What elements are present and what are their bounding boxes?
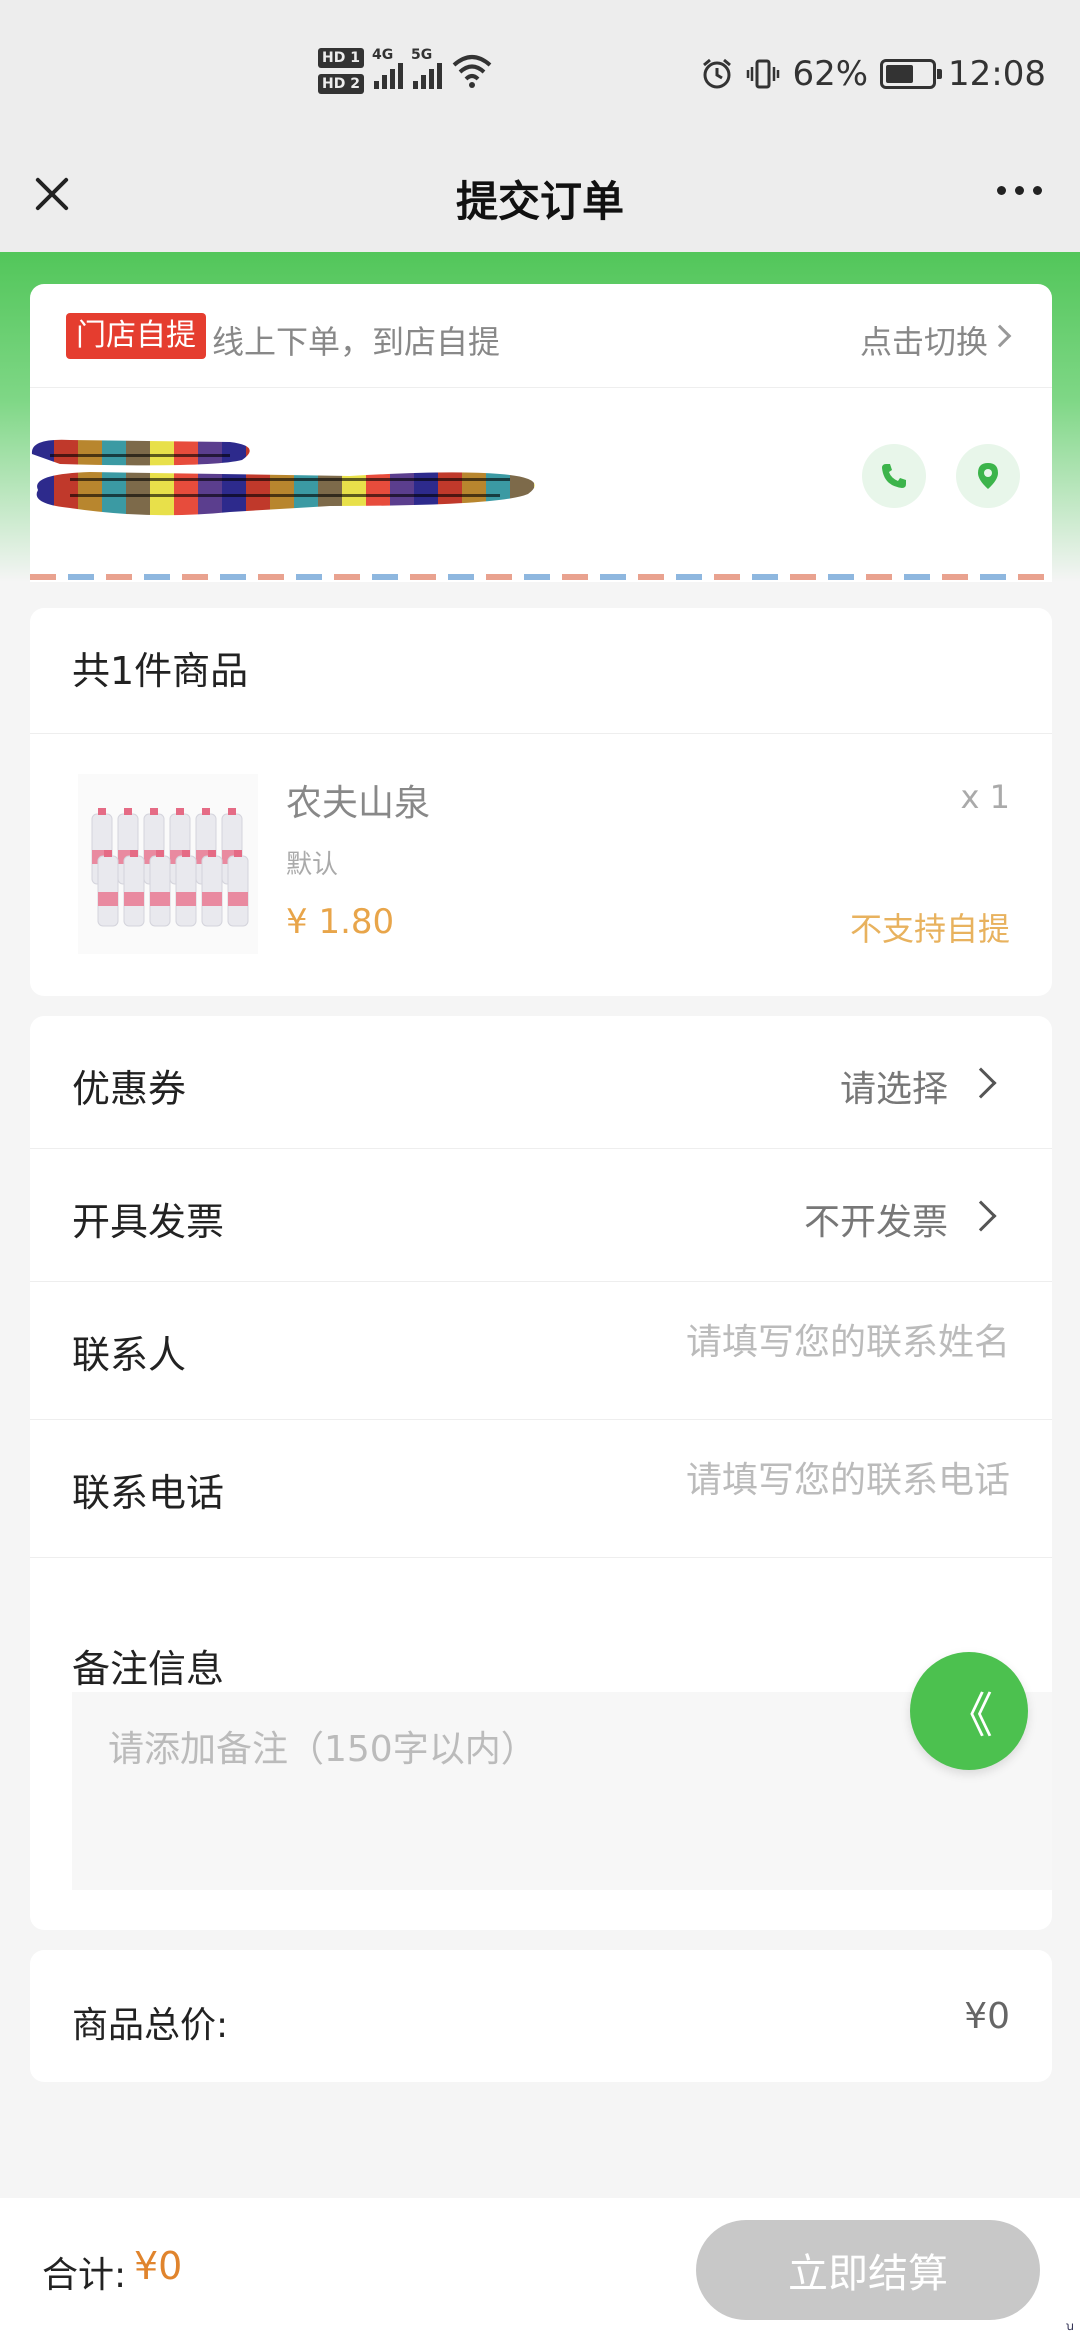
total-card: 商品总价: ¥0	[30, 1950, 1052, 2082]
product-name: 农夫山泉	[286, 783, 431, 824]
battery-percent: 62%	[792, 54, 869, 94]
phone-icon	[882, 464, 906, 488]
call-store-button[interactable]	[862, 444, 926, 508]
remark-textarea[interactable]	[72, 1692, 1052, 1890]
chevron-right-icon	[965, 1200, 997, 1232]
invoice-row[interactable]: 开具发票 不开发票	[30, 1149, 1052, 1282]
contact-name-label: 联系人	[72, 1333, 187, 1377]
clock: 12:08	[948, 54, 1046, 94]
nav-bar: 提交订单	[0, 150, 1080, 252]
product-image	[78, 774, 258, 954]
pickup-unsupported-note: 不支持自提	[849, 910, 1010, 948]
hd1-badge: HD 1	[318, 48, 364, 68]
sum-value: ¥0	[134, 2244, 183, 2288]
page-title: 提交订单	[455, 177, 624, 226]
battery-icon	[880, 59, 943, 89]
signal-icon: 5G	[411, 47, 442, 89]
product-spec: 默认	[286, 850, 339, 880]
pickup-card: 门店自提 线上下单，到店自提 点击切换	[30, 284, 1052, 582]
net-type-2: 5G	[410, 47, 433, 63]
remark-label: 备注信息	[72, 1647, 225, 1691]
contact-name-row: 联系人	[30, 1282, 1052, 1420]
order-form-card: 优惠券 请选择 开具发票 不开发票 联系人 联系电话 备注信息	[30, 1016, 1052, 1930]
status-bar: HD 1 HD 2 4G 5G 62% 12:08	[0, 0, 1080, 150]
double-chevron-left-icon: 《	[944, 1688, 993, 1744]
watermark-logo: ꭒ	[1065, 2319, 1074, 2333]
location-pin-icon	[978, 463, 998, 489]
checkout-bar: 合计: ¥0 立即结算 ꭒ	[0, 2198, 1080, 2340]
contact-name-input[interactable]	[490, 1322, 1010, 1363]
status-bar-right: 62% 12:08	[700, 54, 1046, 94]
wifi-icon	[452, 53, 492, 89]
invoice-label: 开具发票	[72, 1200, 225, 1244]
alarm-icon	[703, 58, 732, 89]
pickup-description: 线上下单，到店自提	[212, 323, 501, 361]
signal-icon: 4G	[372, 47, 403, 89]
contact-phone-row: 联系电话	[30, 1420, 1052, 1558]
hd2-badge: HD 2	[318, 74, 364, 94]
contact-phone-input[interactable]	[490, 1460, 1010, 1501]
redacted-store-info	[31, 439, 535, 516]
product-price: ¥ 1.80	[286, 902, 395, 942]
hd-indicators: HD 1 HD 2	[318, 48, 364, 94]
chevron-right-icon	[965, 1067, 997, 1099]
status-bar-signals: HD 1 HD 2 4G 5G	[318, 47, 492, 94]
goods-card: 共1件商品 农夫山泉 默认 ¥ 1.80 x 1 不支持自提	[30, 608, 1052, 996]
invoice-value: 不开发票	[803, 1202, 948, 1243]
coupon-value: 请选择	[839, 1069, 948, 1110]
pickup-mode-row[interactable]: 门店自提 线上下单，到店自提 点击切换	[30, 284, 1052, 388]
vibrate-icon	[747, 59, 780, 89]
goods-count: 共1件商品	[30, 608, 1052, 734]
chevron-right-icon	[988, 324, 1012, 348]
coupon-row[interactable]: 优惠券 请选择	[30, 1016, 1052, 1149]
address-divider-stripe	[30, 574, 1052, 580]
net-type-1: 4G	[371, 47, 394, 63]
pickup-switch-link[interactable]: 点击切换	[860, 317, 988, 363]
goods-total-value: ¥0	[964, 1996, 1010, 2037]
coupon-label: 优惠券	[72, 1067, 187, 1111]
expand-menu-button[interactable]: 《	[910, 1652, 1028, 1770]
checkout-button[interactable]: 立即结算	[696, 2220, 1040, 2320]
contact-phone-label: 联系电话	[72, 1471, 225, 1515]
product-quantity: x 1	[960, 778, 1010, 816]
sum-label: 合计:	[42, 2255, 127, 2296]
pickup-tag: 门店自提	[66, 313, 206, 359]
goods-item[interactable]: 农夫山泉 默认 ¥ 1.80 x 1 不支持自提	[30, 734, 1052, 996]
goods-total-label: 商品总价:	[72, 2005, 229, 2046]
more-icon[interactable]	[997, 186, 1042, 195]
store-location-button[interactable]	[956, 444, 1020, 508]
